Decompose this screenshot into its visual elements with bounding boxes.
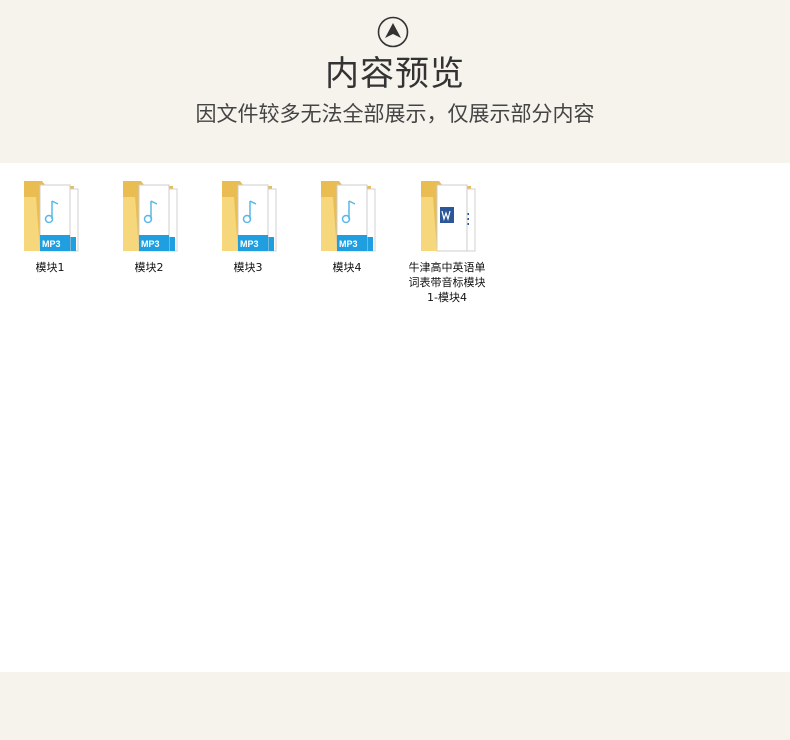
- file-item-module4[interactable]: MP3 模块4: [302, 177, 392, 275]
- svg-text:MP3: MP3: [240, 239, 259, 249]
- file-item-module3[interactable]: MP3 模块3: [203, 177, 293, 275]
- file-name: 模块1: [35, 261, 65, 274]
- page-footer: [0, 672, 790, 740]
- file-name: 模块4: [332, 261, 362, 274]
- mp3-folder-icon: MP3: [222, 181, 277, 252]
- file-item-module2[interactable]: MP3 模块2: [104, 177, 194, 275]
- page-title: 内容预览: [325, 54, 465, 94]
- file-name: 模块3: [233, 261, 263, 274]
- file-item-module1[interactable]: MP3 模块1: [5, 177, 95, 275]
- word-folder-icon: [421, 181, 476, 252]
- file-grid: MP3 模块1 MP3 模块2 MP3 模块3 MP3 模块4 牛津高中英语单词…: [0, 163, 790, 672]
- preview-header: 内容预览 因文件较多无法全部展示，仅展示部分内容: [0, 0, 790, 163]
- mp3-folder-icon: MP3: [24, 181, 79, 252]
- mp3-folder-icon: MP3: [321, 181, 376, 252]
- page-subtitle: 因文件较多无法全部展示，仅展示部分内容: [195, 102, 595, 126]
- mp3-folder-icon: MP3: [123, 181, 178, 252]
- file-item-vocabulary[interactable]: 牛津高中英语单词表带音标模块1-模块4: [402, 177, 492, 305]
- svg-text:MP3: MP3: [42, 239, 61, 249]
- svg-text:MP3: MP3: [339, 239, 358, 249]
- file-name: 牛津高中英语单词表带音标模块1-模块4: [408, 261, 486, 304]
- svg-text:MP3: MP3: [141, 239, 160, 249]
- arrow-up-circle-icon[interactable]: [377, 16, 409, 48]
- file-name: 模块2: [134, 261, 164, 274]
